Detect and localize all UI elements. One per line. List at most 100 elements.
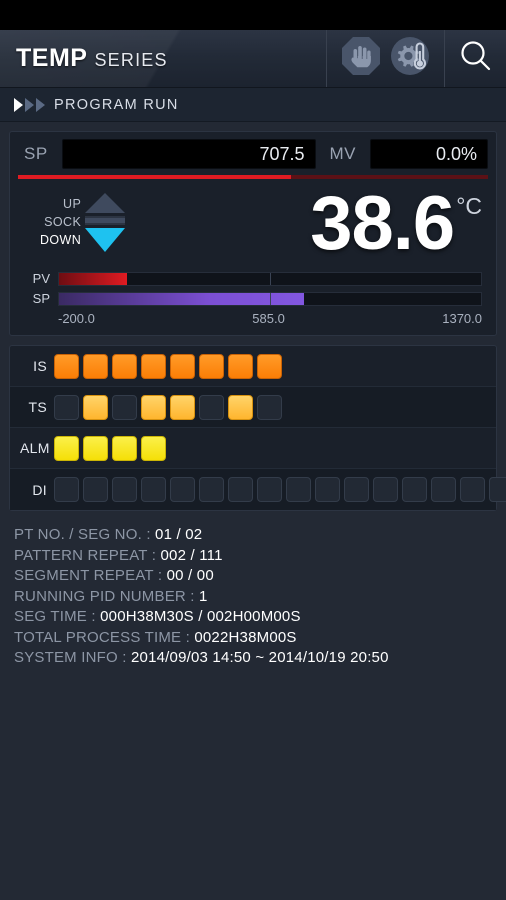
info-row: TOTAL PROCESS TIME : 0022H38M00S — [14, 628, 506, 649]
lamp-di-10[interactable] — [315, 477, 340, 502]
control-panel: SP 707.5 MV 0.0% UP SOCK DOWN 38.6 °C PV… — [9, 131, 497, 336]
indicator-label-is: IS — [33, 358, 47, 374]
manual-stop-icon[interactable] — [340, 35, 382, 82]
meter-midpoint-tick — [270, 272, 271, 285]
search-button[interactable] — [444, 30, 506, 87]
mv-label: MV — [329, 144, 356, 163]
indicator-row-alm: ALM — [10, 428, 496, 469]
lamp-di-1[interactable] — [54, 477, 79, 502]
scale-mid-label: 585.0 — [252, 311, 285, 326]
ramp-arrows — [85, 193, 126, 252]
lamp-di-5[interactable] — [170, 477, 195, 502]
lamp-is-2[interactable] — [83, 353, 108, 379]
app-root: TEMP SERIES PROGRAM RUN SP 707.5 MV 0.0%… — [0, 0, 506, 900]
process-value-block: UP SOCK DOWN 38.6 °C — [10, 179, 496, 265]
lamp-ts-2[interactable] — [83, 394, 108, 420]
lamp-alm-3[interactable] — [112, 435, 137, 461]
autotune-icon[interactable] — [389, 35, 431, 82]
lamp-di-15[interactable] — [460, 477, 485, 502]
indicator-lamps-ts — [54, 394, 282, 420]
lamp-is-7[interactable] — [228, 353, 253, 379]
info-row: SEGMENT REPEAT : 00 / 00 — [14, 566, 506, 587]
arrow-up-icon — [85, 193, 126, 213]
lamp-ts-6[interactable] — [199, 394, 224, 420]
control-progress-bar — [18, 175, 488, 179]
meter-label-sp: SP — [32, 291, 50, 306]
ramp-up-label: UP — [63, 197, 82, 211]
lamp-di-4[interactable] — [141, 477, 166, 502]
lamp-di-14[interactable] — [431, 477, 456, 502]
lamp-di-11[interactable] — [344, 477, 369, 502]
indicator-panel: IS TS ALM DI — [9, 345, 506, 511]
header-icon-group — [326, 30, 444, 87]
sp-value-field[interactable]: 707.5 — [61, 139, 316, 169]
lamp-di-9[interactable] — [286, 477, 311, 502]
pv-unit-text: °C — [456, 193, 482, 219]
meter-fill-pv — [59, 272, 127, 285]
meter-fill-sp — [59, 292, 304, 305]
lamp-is-3[interactable] — [112, 353, 137, 379]
lamp-ts-7[interactable] — [228, 394, 253, 420]
lamp-is-6[interactable] — [199, 353, 224, 379]
lamp-alm-1[interactable] — [54, 435, 79, 461]
lamp-is-1[interactable] — [54, 353, 79, 379]
lamp-di-2[interactable] — [83, 477, 108, 502]
lamp-di-12[interactable] — [373, 477, 398, 502]
program-info-list: PT NO. / SEG NO. : 01 / 02 PATTERN REPEAT… — [0, 511, 506, 669]
lamp-ts-4[interactable] — [141, 394, 166, 420]
lamp-di-16[interactable] — [489, 477, 506, 502]
indicator-lamps-di — [54, 477, 506, 502]
lamp-ts-1[interactable] — [54, 394, 79, 420]
indicator-row-ts: TS — [10, 387, 496, 428]
meter-midpoint-tick — [270, 292, 271, 305]
run-arrows-icon — [14, 97, 45, 112]
meter-scale: -200.0 585.0 1370.0 — [24, 311, 482, 326]
lamp-di-13[interactable] — [402, 477, 427, 502]
range-meters: PV SP -200.0 585.0 1370.0 — [10, 265, 496, 335]
mv-value-field[interactable]: 0.0% — [370, 139, 488, 169]
lamp-alm-4[interactable] — [141, 435, 166, 461]
lamp-di-7[interactable] — [228, 477, 253, 502]
info-key: SEG TIME : — [14, 608, 96, 625]
lamp-ts-5[interactable] — [170, 394, 195, 420]
lamp-di-3[interactable] — [112, 477, 137, 502]
info-row: SEG TIME : 000H38M30S / 002H00M00S — [14, 607, 506, 628]
program-run-strip[interactable]: PROGRAM RUN — [0, 88, 506, 122]
app-header: TEMP SERIES — [0, 30, 506, 88]
lamp-ts-8[interactable] — [257, 394, 282, 420]
control-progress-fill — [18, 175, 291, 179]
soak-bar-icon — [85, 216, 126, 225]
brand-primary-text: TEMP — [16, 44, 88, 72]
lamp-di-8[interactable] — [257, 477, 282, 502]
sp-label: SP — [24, 144, 48, 163]
indicator-lamps-is — [54, 353, 282, 379]
indicator-label-alm: ALM — [20, 440, 50, 456]
lamp-alm-2[interactable] — [83, 435, 108, 461]
ramp-down-label: DOWN — [40, 233, 82, 247]
meter-label-pv: PV — [32, 271, 50, 286]
arrow-down-icon — [85, 228, 126, 252]
meter-track-pv — [58, 271, 482, 286]
lamp-is-5[interactable] — [170, 353, 195, 379]
pv-readout: 38.6 °C — [310, 186, 488, 262]
ramp-direction-indicator: UP SOCK DOWN — [18, 189, 126, 252]
app-brand: TEMP SERIES — [0, 44, 168, 73]
info-value: 0022H38M00S — [189, 628, 297, 646]
info-key: SYSTEM INFO : — [14, 649, 127, 666]
info-key: SEGMENT REPEAT : — [14, 567, 163, 584]
lamp-is-8[interactable] — [257, 353, 282, 379]
info-key: TOTAL PROCESS TIME : — [14, 628, 190, 646]
lamp-is-4[interactable] — [141, 353, 166, 379]
lamp-ts-3[interactable] — [112, 394, 137, 420]
indicator-label-di: DI — [32, 481, 47, 498]
info-value: 000H38M30S / 002H00M00S — [95, 608, 301, 625]
meter-row-sp: SP — [24, 291, 482, 306]
meter-row-pv: PV — [24, 271, 482, 286]
info-row: PT NO. / SEG NO. : 01 / 02 — [14, 525, 506, 546]
system-status-bar — [0, 0, 506, 30]
info-row: PATTERN REPEAT : 002 / 111 — [14, 546, 506, 567]
search-icon — [458, 38, 494, 79]
run-mode-label: PROGRAM RUN — [54, 96, 179, 113]
setpoint-row: SP 707.5 MV 0.0% — [10, 132, 496, 169]
lamp-di-6[interactable] — [199, 477, 224, 502]
